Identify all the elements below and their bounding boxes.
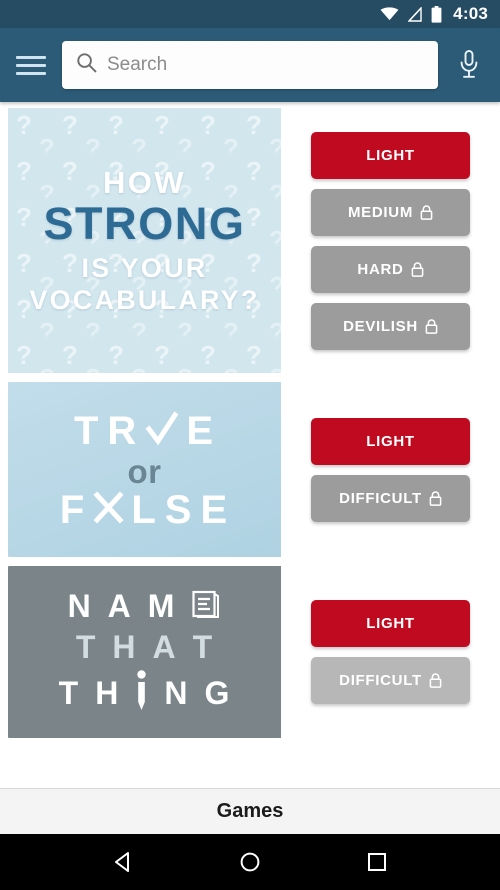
difficulty-button-devilish[interactable]: DEVILISH [311, 302, 470, 350]
letter-E: E [200, 487, 230, 532]
difficulty-button-label: DEVILISH [343, 317, 418, 335]
lock-icon [411, 261, 424, 277]
letter-G: G [204, 674, 231, 711]
check-icon [145, 410, 179, 452]
no-signal-icon [408, 6, 422, 22]
card-title-line-3: F L S E [60, 490, 229, 530]
wifi-icon [380, 7, 399, 21]
letter-F: F [59, 487, 87, 532]
game-card-vocabulary[interactable]: ? ? HOW STRONG IS YOUR VOCABULARY? LIGHT [8, 108, 492, 373]
letter-L: L [131, 487, 158, 532]
bottom-section-bar[interactable]: Games [0, 788, 500, 834]
letter-H: H [112, 628, 137, 665]
card-divider [289, 394, 291, 545]
game-card-true-or-false[interactable]: T R E or F L S E LIGHT DIFFICULT [8, 382, 492, 557]
microphone-icon[interactable] [452, 49, 486, 81]
back-triangle-icon[interactable] [103, 842, 143, 882]
card-title-line-4: VOCABULARY? [29, 285, 260, 316]
letter-T: T [73, 408, 101, 453]
difficulty-button-label: MEDIUM [347, 203, 414, 221]
letter-E: E [186, 408, 215, 453]
card-title-line-3: T H N G [58, 669, 231, 717]
android-navigation-bar [0, 834, 500, 890]
game-card-name-that-thing[interactable]: N A M T H A T T H N G LIGHT DIFFICULT [8, 566, 492, 738]
battery-icon [431, 5, 442, 23]
book-icon [191, 589, 221, 624]
difficulty-button-medium[interactable]: MEDIUM [311, 188, 470, 236]
hamburger-menu-icon[interactable] [14, 48, 48, 82]
status-bar: 4:03 [0, 0, 500, 28]
card-divider [289, 578, 291, 726]
difficulty-buttons-vocabulary: LIGHT MEDIUM HARD DEVILISH [281, 108, 492, 373]
card-art-name-that-thing: N A M T H A T T H N G [8, 566, 281, 738]
difficulty-button-difficult[interactable]: DIFFICULT [311, 657, 470, 704]
letter-T: T [75, 628, 97, 665]
difficulty-button-difficult[interactable]: DIFFICULT [311, 474, 470, 522]
phone-screen: 4:03 Search HOW STRONG IS YOUR VOCABULAR… [0, 0, 500, 890]
difficulty-button-label: DIFFICULT [339, 489, 422, 507]
difficulty-button-light[interactable]: LIGHT [311, 131, 470, 179]
card-art-true-or-false: T R E or F L S E [8, 382, 281, 557]
letter-H: H [95, 674, 120, 711]
lock-icon [425, 318, 438, 334]
letter-T: T [58, 674, 80, 711]
card-title-line-3: IS YOUR [81, 252, 208, 283]
card-title-line-1: HOW [103, 164, 186, 200]
letter-A: A [107, 587, 132, 624]
letter-R: R [107, 408, 139, 453]
difficulty-button-label: LIGHT [366, 146, 415, 164]
home-circle-icon[interactable] [230, 842, 270, 882]
recents-square-icon[interactable] [357, 842, 397, 882]
letter-S: S [164, 487, 194, 532]
game-list[interactable]: ? ? HOW STRONG IS YOUR VOCABULARY? LIGHT [0, 102, 500, 788]
difficulty-button-hard[interactable]: HARD [311, 245, 470, 293]
card-title-vocabulary: HOW STRONG IS YOUR VOCABULARY? [29, 164, 260, 316]
search-icon [76, 52, 97, 78]
app-bar: Search [0, 28, 500, 102]
letter-N: N [164, 674, 189, 711]
status-bar-clock: 4:03 [453, 4, 488, 23]
search-input[interactable]: Search [62, 41, 438, 89]
lock-icon [429, 490, 442, 506]
difficulty-button-label: DIFFICULT [339, 672, 422, 689]
letter-N: N [67, 587, 92, 624]
difficulty-button-label: LIGHT [366, 432, 415, 450]
letter-M: M [147, 587, 176, 624]
difficulty-buttons-name-that-thing: LIGHT DIFFICULT [281, 566, 492, 738]
card-art-vocabulary: ? ? HOW STRONG IS YOUR VOCABULARY? [8, 108, 281, 373]
lock-icon [420, 204, 433, 220]
card-title-line-2: T H A T [59, 629, 231, 666]
difficulty-button-light[interactable]: LIGHT [311, 417, 470, 465]
bottom-section-label: Games [216, 800, 284, 822]
card-title-line-1: T R E [60, 410, 229, 452]
card-title-line-1: N A M [59, 588, 231, 625]
letter-T: T [192, 628, 214, 665]
card-title-line-2: STRONG [43, 198, 246, 250]
card-divider [289, 120, 291, 361]
difficulty-button-label: LIGHT [366, 615, 415, 632]
card-title-line-2: or [127, 452, 162, 490]
letter-A: A [152, 628, 177, 665]
pencil-icon [135, 669, 148, 717]
card-title-true-or-false: T R E or F L S E [60, 410, 229, 530]
card-title-name-that-thing: N A M T H A T T H N G [59, 584, 231, 721]
difficulty-button-light[interactable]: LIGHT [311, 600, 470, 647]
search-placeholder: Search [107, 54, 168, 75]
cross-icon [93, 491, 124, 528]
difficulty-button-label: HARD [357, 260, 404, 278]
lock-icon [429, 673, 442, 688]
difficulty-buttons-true-or-false: LIGHT DIFFICULT [281, 382, 492, 557]
